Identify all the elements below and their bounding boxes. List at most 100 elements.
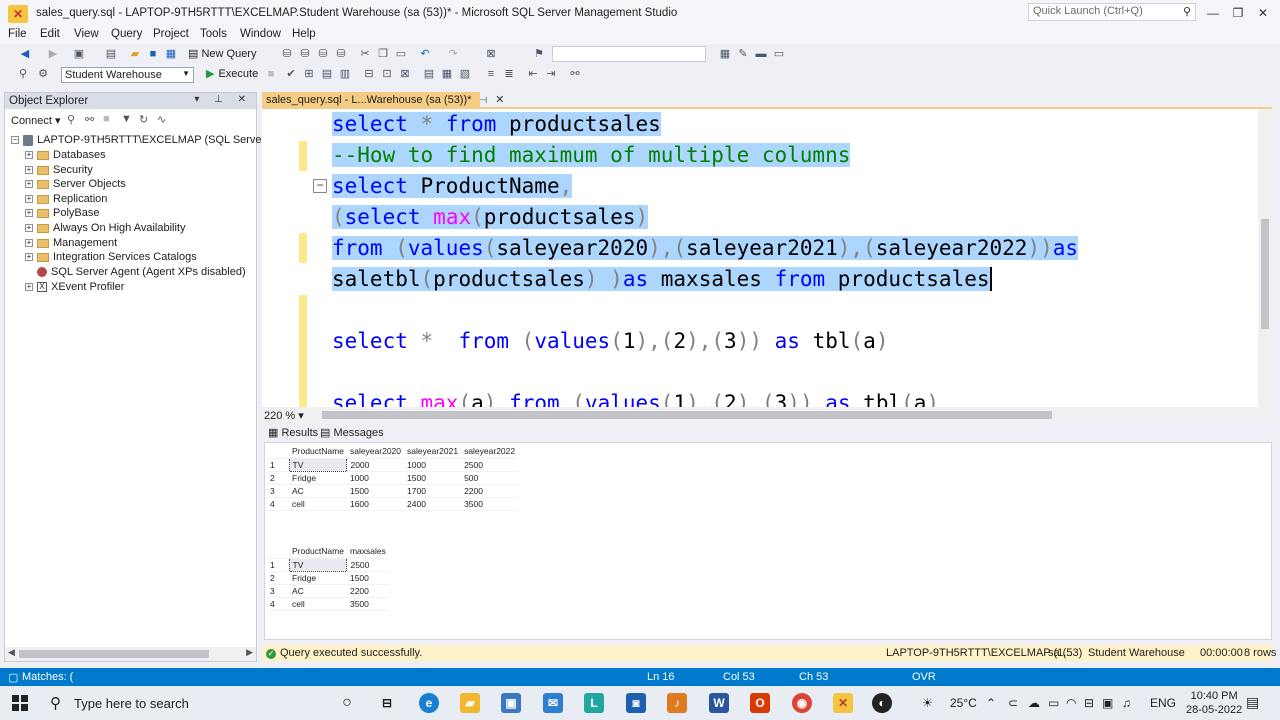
connect-dropdown[interactable]: Connect ▾ [11,114,61,127]
menu-query[interactable]: Query [111,28,142,40]
grid-cell[interactable]: 1600 [346,497,405,511]
tree-node-sql-agent[interactable]: SQL Server Agent (Agent XPs disabled) [37,266,246,278]
taskbar-search-box[interactable]: ⚲ Type here to search [44,689,324,717]
tree-node-xevent-profiler[interactable]: + X XEvent Profiler [25,281,124,293]
results-to-grid-icon[interactable]: ▦ [440,67,454,81]
query-designer-icon[interactable]: ▤ [320,67,334,81]
panel-pin-close-icons[interactable]: ▾ ⊥ ✕ [194,94,252,105]
grid-cell[interactable]: 3500 [461,497,519,511]
client-stats-icon[interactable]: ⊠ [398,67,412,81]
collapse-icon[interactable]: − [11,136,19,145]
expand-icon[interactable]: + [25,180,33,189]
menu-view[interactable]: View [74,28,99,40]
expand-icon[interactable]: + [25,209,33,218]
increase-indent-icon[interactable]: ⇥ [544,67,558,81]
grid-cell[interactable]: cell [289,497,347,511]
toolbox-icon[interactable]: ▬ [754,47,768,61]
disconnect-icon[interactable]: ⚯ [85,113,94,126]
grid-cell[interactable]: 2000 [346,458,405,472]
save-all-icon[interactable]: ▦ [164,47,178,61]
decrease-indent-icon[interactable]: ⇤ [526,67,540,81]
network-icon[interactable]: ⊟ [1084,696,1094,710]
column-header[interactable]: saleyear2020 [346,445,405,459]
temperature[interactable]: 25°C [950,696,977,710]
new-query-button[interactable]: ▤ New Query [188,47,256,60]
refresh-icon[interactable]: ↻ [139,113,148,126]
expand-icon[interactable]: + [25,239,33,248]
wifi-icon[interactable]: ◠ [1066,696,1076,710]
comment-out-icon[interactable]: ≡ [484,67,498,81]
cancel-query-icon[interactable]: ■ [264,67,278,81]
open-folder-icon[interactable]: ▰ [128,47,142,61]
onedrive-icon[interactable]: ☁ [1028,696,1040,710]
mdx-query-icon[interactable]: ⛁ [298,47,312,61]
column-header[interactable]: maxsales [346,545,389,559]
grid-cell[interactable]: AC [289,484,347,498]
xmla-query-icon[interactable]: ⛁ [334,47,348,61]
results-to-text-icon[interactable]: ▤ [422,67,436,81]
activity-monitor-icon[interactable]: ∿ [157,113,166,126]
expand-icon[interactable]: + [25,166,33,175]
tab-messages[interactable]: ▤ Messages [320,426,384,439]
tree-node-replication[interactable]: + Replication [25,193,107,205]
connect-icon[interactable]: ⚲ [16,67,30,81]
task-view-icon[interactable]: ⊟ [377,693,397,713]
grid-cell[interactable]: 1000 [346,471,405,485]
windows-start-icon[interactable] [12,695,28,711]
tree-node-server-objects[interactable]: + Server Objects [25,178,126,190]
code-line[interactable]: select * from productsales [332,109,661,139]
table-row[interactable]: 2 Fridge 1000 1500 500 [267,471,519,485]
weather-icon[interactable]: ☀ [922,696,933,710]
results-grid-2[interactable]: ProductName maxsales 1 TV 2500 2 Fridge 1500 3 A… [267,545,389,611]
grid-cell[interactable]: TV [288,457,348,472]
back-icon[interactable]: ◀ [18,47,32,61]
code-line[interactable]: from (values(saleyear2020),(saleyear2021… [332,233,1079,263]
display-plan-icon[interactable]: ⊞ [302,67,316,81]
redo-icon[interactable]: ↷ [446,47,460,61]
scroll-right-icon[interactable]: ▶ [246,647,253,658]
pin-icon[interactable]: ⊣ [479,95,487,105]
zoom-level-dropdown[interactable]: 220 % ▾ [264,409,304,422]
results-to-file-icon[interactable]: ▧ [458,67,472,81]
parse-icon[interactable]: ✔ [284,67,298,81]
change-connection-icon[interactable]: ⚙ [36,67,50,81]
tree-node-databases[interactable]: + Databases [25,149,106,161]
grid-cell[interactable]: Fridge [289,571,347,585]
column-header[interactable]: saleyear2021 [404,445,462,459]
expand-icon[interactable]: + [25,224,33,233]
quick-launch-input[interactable]: Quick Launch (Ctrl+Q) ⚲ [1028,3,1196,21]
object-explorer-hscrollbar[interactable]: ◀ ▶ [5,647,256,661]
grid-cell[interactable]: cell [289,597,347,611]
code-line[interactable]: saletbl(productsales) )as maxsales from … [332,264,990,294]
cortana-icon[interactable]: ○ [337,693,357,713]
taskbar-clock[interactable]: 10:40 PM 28-05-2022 [1186,689,1242,717]
grid-cell[interactable]: AC [289,584,347,598]
table-row[interactable]: 3 AC 2200 [267,584,389,598]
expand-icon[interactable]: + [25,253,33,262]
tray-chevron-icon[interactable]: ⌃ [986,696,996,710]
expand-icon[interactable]: + [25,151,33,160]
grid-cell[interactable]: 1500 [404,471,462,485]
grid-cell[interactable]: 2400 [404,497,462,511]
activity-monitor-icon[interactable]: ⊠ [484,47,498,61]
code-line[interactable]: select max(a) from (values(1),(2),(3)) a… [332,388,939,407]
menu-tools[interactable]: Tools [200,28,227,40]
code-line[interactable]: --How to find maximum of multiple column… [332,140,851,170]
tab-results[interactable]: ▦ Results [268,426,318,439]
save-icon[interactable]: ■ [146,47,160,61]
expand-icon[interactable]: + [25,195,33,204]
tree-node-integration-services[interactable]: + Integration Services Catalogs [25,251,197,263]
menu-edit[interactable]: Edit [40,28,60,40]
close-tab-icon[interactable]: ✕ [495,94,504,106]
l-app-icon[interactable]: L [584,693,604,713]
photos-icon[interactable]: ◙ [626,693,646,713]
grid-cell[interactable]: 1000 [404,458,462,472]
specify-values-icon[interactable]: ⚯ [568,67,582,81]
tree-node-polybase[interactable]: + PolyBase [25,207,99,219]
grid-cell[interactable]: 3500 [346,597,389,611]
minimize-icon[interactable]: — [1202,4,1224,22]
solution-configuration-dropdown[interactable] [552,46,706,62]
grid-cell[interactable]: 2500 [346,558,389,572]
results-grid-1[interactable]: ProductName saleyear2020 saleyear2021 saley… [267,445,519,511]
speaker-icon[interactable]: ♫ [1122,696,1131,710]
